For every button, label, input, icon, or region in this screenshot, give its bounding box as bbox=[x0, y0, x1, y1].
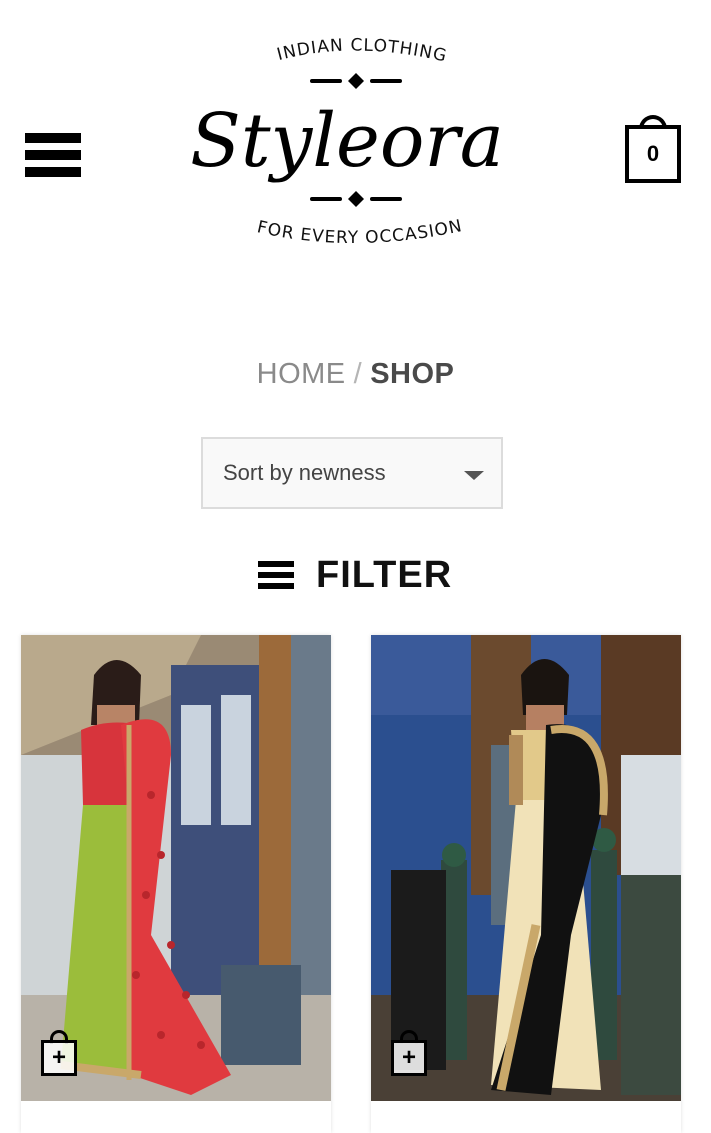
sort-selected-value: Sort by newness bbox=[223, 460, 386, 485]
logo-bottom-text: FOR EVERY OCCASION bbox=[255, 216, 464, 248]
product-info bbox=[21, 1101, 331, 1133]
product-card[interactable]: + bbox=[21, 635, 331, 1133]
breadcrumb-home-link[interactable]: HOME bbox=[257, 358, 346, 390]
hamburger-menu-icon[interactable] bbox=[25, 133, 81, 177]
logo-top-text: INDIAN CLOTHING bbox=[275, 35, 449, 66]
breadcrumb-separator: / bbox=[353, 358, 363, 390]
cart-count: 0 bbox=[625, 125, 681, 183]
add-to-bag-icon[interactable]: + bbox=[41, 1030, 77, 1076]
chevron-down-icon bbox=[464, 471, 484, 480]
filter-label: FILTER bbox=[316, 553, 453, 596]
product-card[interactable]: + bbox=[371, 635, 681, 1133]
add-to-bag-plus: + bbox=[391, 1040, 427, 1076]
site-header: INDIAN CLOTHING Styleora FOR EVERY OCCAS… bbox=[0, 0, 711, 290]
breadcrumb: HOME / SHOP bbox=[0, 358, 711, 391]
site-logo[interactable]: INDIAN CLOTHING Styleora FOR EVERY OCCAS… bbox=[180, 28, 515, 268]
logo-graphic: INDIAN CLOTHING Styleora FOR EVERY OCCAS… bbox=[190, 35, 504, 248]
filter-list-icon bbox=[258, 561, 294, 589]
cart-button[interactable]: 0 bbox=[625, 115, 681, 183]
product-info bbox=[371, 1101, 681, 1133]
breadcrumb-current: SHOP bbox=[370, 358, 455, 390]
filter-button[interactable]: FILTER bbox=[258, 552, 452, 598]
logo-script-text: Styleora bbox=[190, 98, 504, 184]
add-to-bag-plus: + bbox=[41, 1040, 77, 1076]
sort-select[interactable]: Sort by newness bbox=[201, 437, 503, 509]
add-to-bag-icon[interactable]: + bbox=[391, 1030, 427, 1076]
